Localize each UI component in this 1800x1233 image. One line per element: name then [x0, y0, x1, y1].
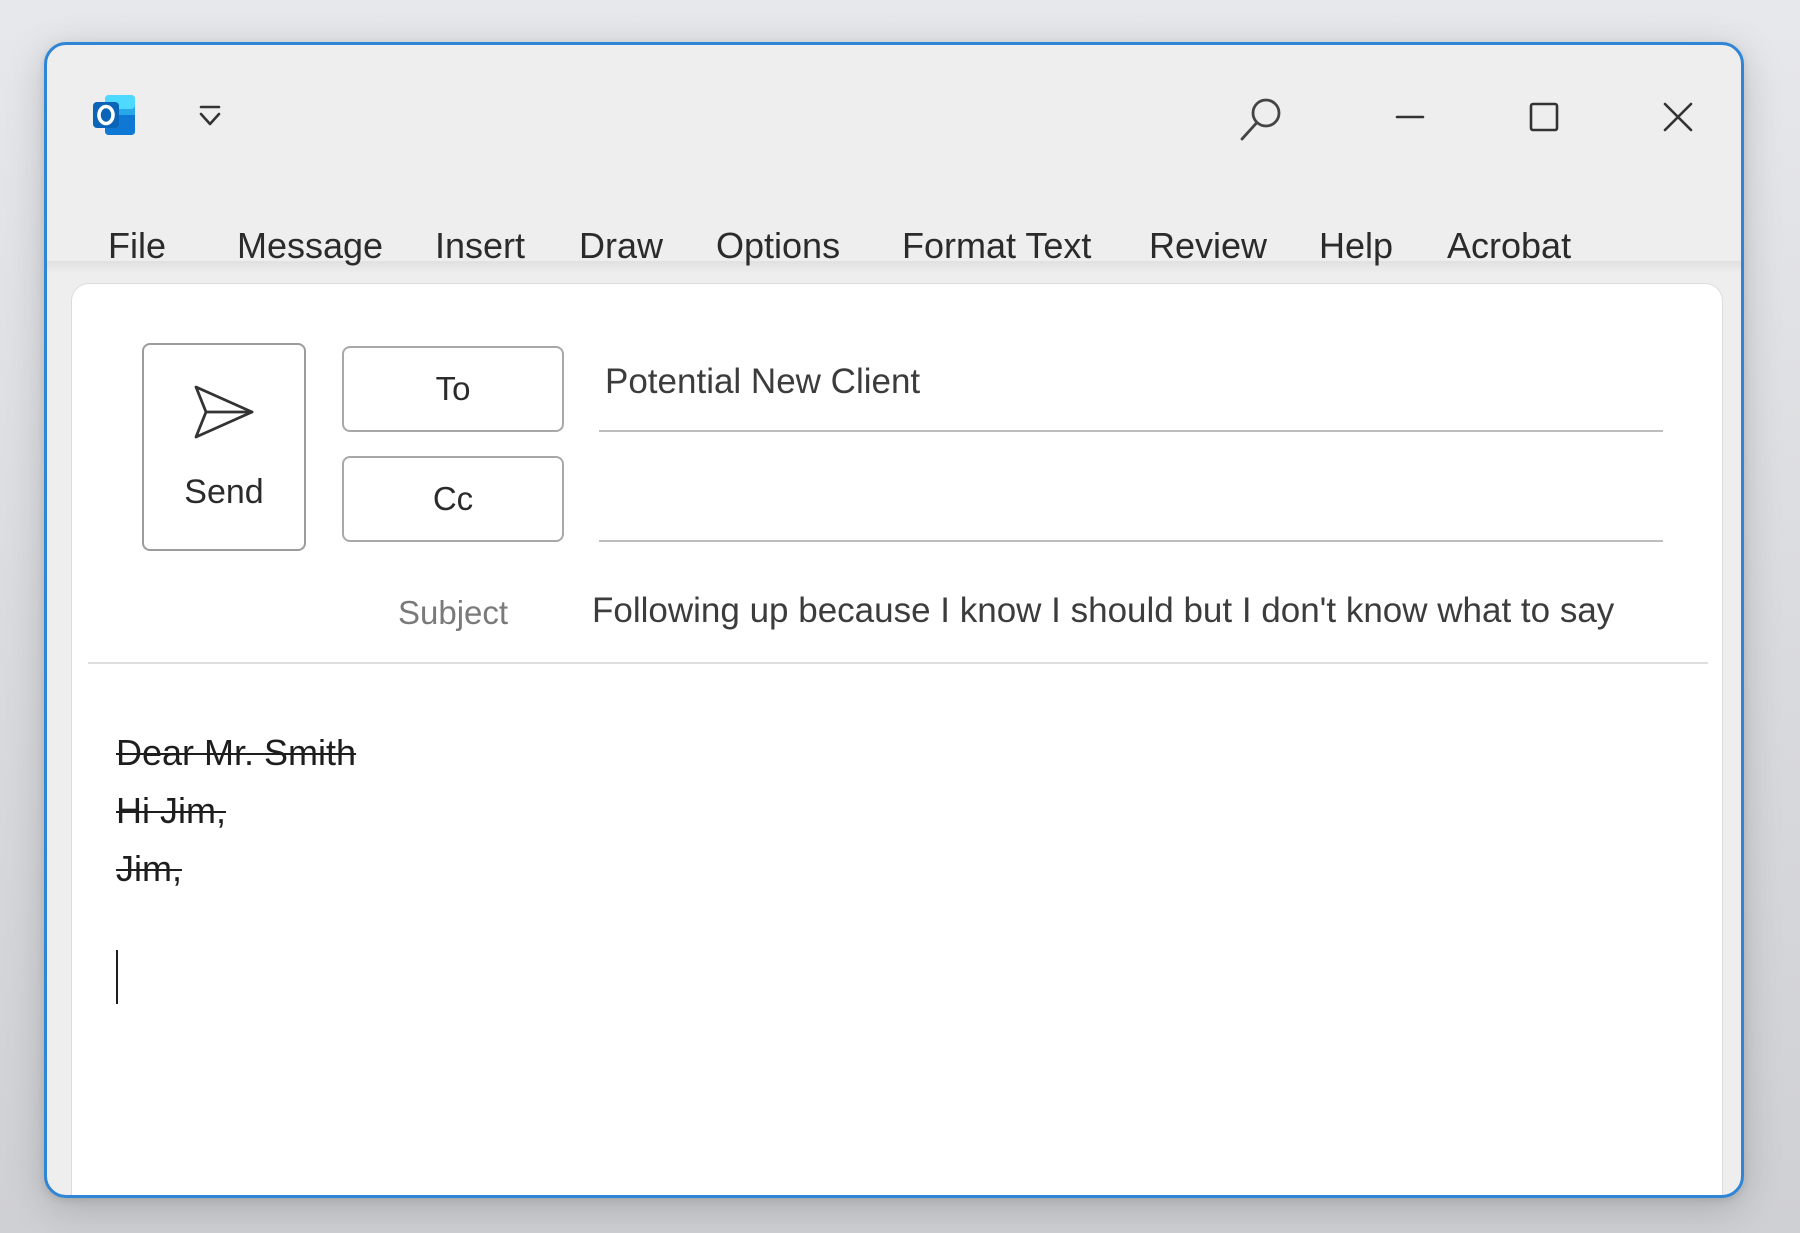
subject-label: Subject: [398, 594, 509, 631]
body-line-3: Jim,: [116, 848, 182, 889]
horizontal-scrollbar[interactable]: [88, 1196, 1658, 1198]
to-button[interactable]: To: [342, 346, 564, 432]
header-divider: [88, 662, 1708, 664]
body-line-1: Dear Mr. Smith: [116, 732, 357, 773]
cc-button[interactable]: Cc: [342, 456, 564, 542]
outlook-icon: [93, 95, 135, 135]
body-line-2: Hi Jim,: [116, 790, 226, 831]
send-button[interactable]: Send: [142, 343, 306, 551]
title-bar: [47, 45, 1741, 195]
compose-pane: Send To Cc Potential New Client Subject …: [71, 283, 1723, 1198]
maximize-icon[interactable]: [1509, 85, 1579, 149]
send-icon: [194, 385, 254, 439]
customize-quick-access-icon[interactable]: [195, 103, 225, 129]
to-field[interactable]: Potential New Client: [599, 350, 1663, 432]
search-icon[interactable]: [1235, 91, 1291, 147]
text-cursor: [116, 950, 118, 1004]
message-body[interactable]: Dear Mr. Smith Hi Jim, Jim,: [116, 724, 356, 898]
send-label: Send: [184, 473, 264, 511]
subject-input[interactable]: Following up because I know I should but…: [592, 591, 1614, 631]
outlook-compose-window: File Message Insert Draw Options Format …: [44, 42, 1744, 1198]
to-recipient[interactable]: Potential New Client: [605, 362, 920, 402]
close-icon[interactable]: [1643, 85, 1713, 149]
minimize-icon[interactable]: [1375, 85, 1445, 149]
cc-field[interactable]: [599, 460, 1663, 542]
ribbon-shadow: [47, 261, 1741, 273]
